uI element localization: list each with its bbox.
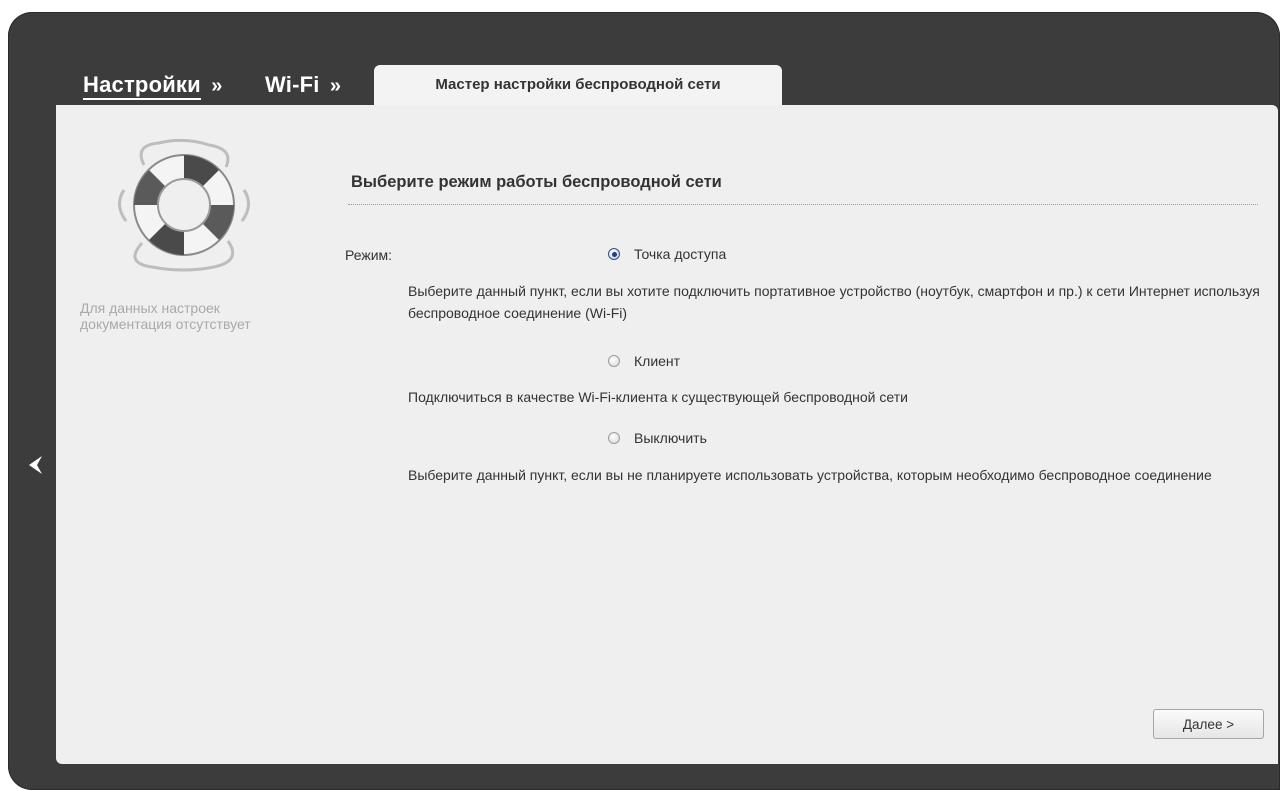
breadcrumb-settings-link[interactable]: Настройки » <box>83 72 223 100</box>
client-description: Подключиться в качестве Wi-Fi-клиента к … <box>408 389 908 405</box>
radio-label-client: Клиент <box>634 353 681 369</box>
radio-disable[interactable] <box>608 432 620 444</box>
radio-access-point[interactable] <box>608 248 620 260</box>
title-divider <box>348 204 1258 205</box>
access-point-description: Выберите данный пункт, если вы хотите по… <box>408 283 1260 321</box>
radio-option-disable[interactable]: Выключить <box>608 430 707 446</box>
breadcrumb-settings-label: Настройки <box>83 72 201 100</box>
disable-description: Выберите данный пункт, если вы не планир… <box>408 467 1212 483</box>
next-button[interactable]: Далее > <box>1153 709 1264 739</box>
breadcrumb-wifi-link[interactable]: Wi-Fi » <box>265 72 341 98</box>
breadcrumb-separator: » <box>329 75 342 97</box>
radio-label-disable: Выключить <box>634 430 707 446</box>
breadcrumb-separator: » <box>211 75 223 97</box>
mode-label: Режим: <box>345 247 393 263</box>
lifebuoy-icon <box>118 138 250 272</box>
window-frame: Настройки » Wi-Fi » Мастер настройки бес… <box>8 12 1280 790</box>
chevron-left-icon[interactable] <box>26 454 46 476</box>
breadcrumb-wifi-label: Wi-Fi <box>265 72 320 97</box>
radio-client[interactable] <box>608 355 620 367</box>
section-title: Выберите режим работы беспроводной сети <box>351 173 722 191</box>
radio-label-access-point: Точка доступа <box>634 246 727 262</box>
tab-wireless-wizard[interactable]: Мастер настройки беспроводной сети <box>374 65 782 105</box>
radio-option-access-point[interactable]: Точка доступа <box>608 246 726 262</box>
radio-option-client[interactable]: Клиент <box>608 353 680 369</box>
content-panel: Для данных настроек документация отсутст… <box>56 105 1278 764</box>
help-text: Для данных настроек документация отсутст… <box>80 300 251 332</box>
